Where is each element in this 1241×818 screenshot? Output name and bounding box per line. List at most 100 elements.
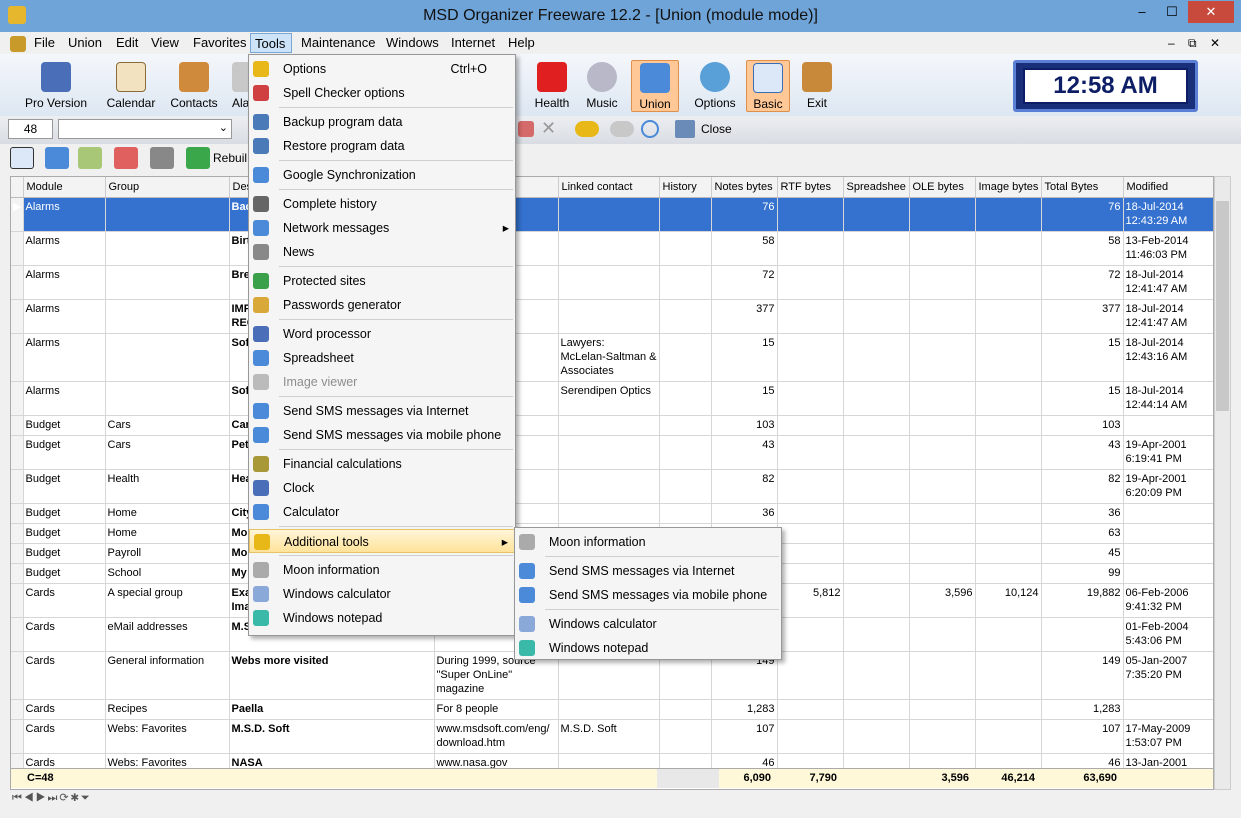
table-row[interactable]: Budget Home City 36 36 <box>11 503 1213 524</box>
mdi-close-icon[interactable]: ✕ <box>1210 36 1220 50</box>
tools-menu-item[interactable]: Financial calculations <box>249 452 515 476</box>
column-header[interactable]: Group <box>105 177 230 198</box>
recycle-icon[interactable] <box>186 147 210 169</box>
close-link[interactable]: Close <box>701 122 732 136</box>
row-indicator[interactable] <box>11 299 24 334</box>
search-icon[interactable] <box>641 120 659 138</box>
column-header[interactable]: Linked contact <box>558 177 660 198</box>
tools-menu-item[interactable]: Windows notepad <box>249 606 515 630</box>
table-row[interactable]: AlarmsBre14727218-Jul-2014 12:41:47 AM <box>11 265 1213 300</box>
menu-favorites[interactable]: Favorites <box>189 33 250 53</box>
mdi-minimize-icon[interactable]: – <box>1168 36 1175 50</box>
row-indicator[interactable] <box>11 523 24 544</box>
column-header[interactable]: RTF bytes <box>777 177 844 198</box>
tools-menu-item[interactable]: Google Synchronization <box>249 163 515 187</box>
row-indicator[interactable] <box>11 503 24 524</box>
record-number-field[interactable]: 48 <box>8 119 53 139</box>
tools-menu-item[interactable]: Backup program data <box>249 110 515 134</box>
basic-button[interactable]: Basic <box>746 60 790 112</box>
tag-icon[interactable] <box>518 121 534 137</box>
submenu-item[interactable]: Send SMS messages via Internet <box>515 559 781 583</box>
column-header[interactable]: Modified <box>1123 177 1213 198</box>
tools-menu-item[interactable]: Windows calculator <box>249 582 515 606</box>
table-row[interactable]: Budget Health Hea 82 82 19-Apr-2001 6:20:09 P… <box>11 469 1213 504</box>
row-indicator[interactable] <box>11 231 24 266</box>
delete-record-icon[interactable] <box>114 147 138 169</box>
menu-edit[interactable]: Edit <box>112 33 142 53</box>
menu-maintenance[interactable]: Maintenance <box>297 33 379 53</box>
record-selector-combo[interactable]: ⌄ <box>58 119 232 139</box>
row-indicator[interactable] <box>11 435 24 470</box>
column-header[interactable]: OLE bytes <box>909 177 976 198</box>
row-indicator[interactable] <box>11 583 24 618</box>
table-row[interactable]: AlarmsBirt015585813-Feb-2014 11:46:03 PM <box>11 231 1213 266</box>
tools-menu-item[interactable]: Complete history <box>249 192 515 216</box>
music-button[interactable]: Music <box>568 60 636 112</box>
tools-menu-item[interactable]: Spreadsheet <box>249 346 515 370</box>
table-row[interactable]: Budget Cars Car 103 103 <box>11 415 1213 436</box>
print-icon[interactable] <box>150 147 174 169</box>
exit-button[interactable]: Exit <box>795 60 839 112</box>
tools-menu-item[interactable]: Additional tools ▸ <box>249 529 515 553</box>
records-grid[interactable]: Module Group Des Linked contact History … <box>10 176 1214 790</box>
maximize-button[interactable]: ☐ <box>1159 1 1185 23</box>
row-indicator[interactable] <box>11 415 24 436</box>
monitor-icon[interactable] <box>45 147 69 169</box>
close-window-icon[interactable] <box>675 120 695 138</box>
row-indicator[interactable] <box>11 651 24 700</box>
table-row[interactable]: Cards Recipes Paella For 8 people 1,283 1,283 <box>11 699 1213 720</box>
row-indicator[interactable] <box>11 333 24 382</box>
tools-menu-item[interactable]: Options Ctrl+O <box>249 57 515 81</box>
submenu-item[interactable]: Windows calculator <box>515 612 781 636</box>
column-header[interactable]: Image bytes <box>975 177 1042 198</box>
scrollbar-thumb[interactable] <box>1216 201 1229 411</box>
submenu-item[interactable]: Send SMS messages via mobile phone <box>515 583 781 607</box>
tools-menu-item[interactable]: Send SMS messages via Internet <box>249 399 515 423</box>
union-button[interactable]: Union <box>631 60 679 112</box>
table-row[interactable]: Cards Webs: Favorites M.S.D. Soft www.msdso… <box>11 719 1213 754</box>
delete-x-icon[interactable]: ✕ <box>541 118 556 139</box>
tools-menu-item[interactable]: Calculator <box>249 500 515 524</box>
vertical-scrollbar[interactable] <box>1214 176 1231 790</box>
row-indicator[interactable] <box>11 543 24 564</box>
contacts-button[interactable]: Contacts <box>160 60 228 112</box>
menu-tools[interactable]: Tools <box>250 33 292 53</box>
table-row[interactable]: AlarmsSof-2014Serendipen Optics151518-Ju… <box>11 381 1213 416</box>
menu-windows[interactable]: Windows <box>382 33 443 53</box>
row-indicator[interactable] <box>11 699 24 720</box>
row-indicator[interactable] <box>11 265 24 300</box>
submenu-item[interactable]: Moon information <box>515 530 781 554</box>
go-to-record-icon[interactable] <box>10 147 34 169</box>
calendar-button[interactable]: Calendar <box>97 60 165 112</box>
tools-menu-item[interactable]: News <box>249 240 515 264</box>
tools-menu-item[interactable]: Clock <box>249 476 515 500</box>
menu-file[interactable]: File <box>30 33 59 53</box>
tools-menu-item[interactable]: Passwords generator <box>249 293 515 317</box>
close-button[interactable]: ✕ <box>1188 1 1234 23</box>
options-button[interactable]: Options <box>681 60 749 112</box>
alarms-button[interactable]: Ala <box>222 60 248 112</box>
menu-help[interactable]: Help <box>504 33 539 53</box>
minimize-button[interactable]: – <box>1129 1 1155 23</box>
column-header[interactable]: Spreadshee <box>843 177 910 198</box>
tools-menu-item[interactable]: Moon information <box>249 558 515 582</box>
edit-icon[interactable] <box>78 147 102 169</box>
link-icon[interactable] <box>575 121 599 137</box>
tools-menu-item[interactable]: Restore program data <box>249 134 515 158</box>
unlink-icon[interactable] <box>610 121 634 137</box>
row-indicator[interactable] <box>11 719 24 754</box>
table-row[interactable]: AlarmsSof014Lawyers: McLelan-Saltman & A… <box>11 333 1213 382</box>
pro-version-button[interactable]: Pro Version <box>22 60 90 112</box>
column-header[interactable]: Notes bytes <box>711 177 778 198</box>
column-header[interactable]: History <box>659 177 712 198</box>
row-indicator[interactable] <box>11 563 24 584</box>
row-indicator[interactable]: ▶ <box>11 197 24 232</box>
table-row[interactable]: Budget Cars Pet 43 43 19-Apr-2001 6:19:41 PM <box>11 435 1213 470</box>
table-row[interactable]: AlarmsIMP REC201437737718-Jul-2014 12:41… <box>11 299 1213 334</box>
navigator-buttons[interactable]: ⏮◀▶⏭⟳✱⏷ <box>12 791 92 805</box>
column-header[interactable]: Total Bytes <box>1041 177 1124 198</box>
rebuild-button[interactable]: Rebuil <box>213 151 247 165</box>
row-indicator[interactable] <box>11 617 24 652</box>
mdi-restore-icon[interactable]: ⧉ <box>1188 36 1197 51</box>
submenu-item[interactable]: Windows notepad <box>515 636 781 660</box>
